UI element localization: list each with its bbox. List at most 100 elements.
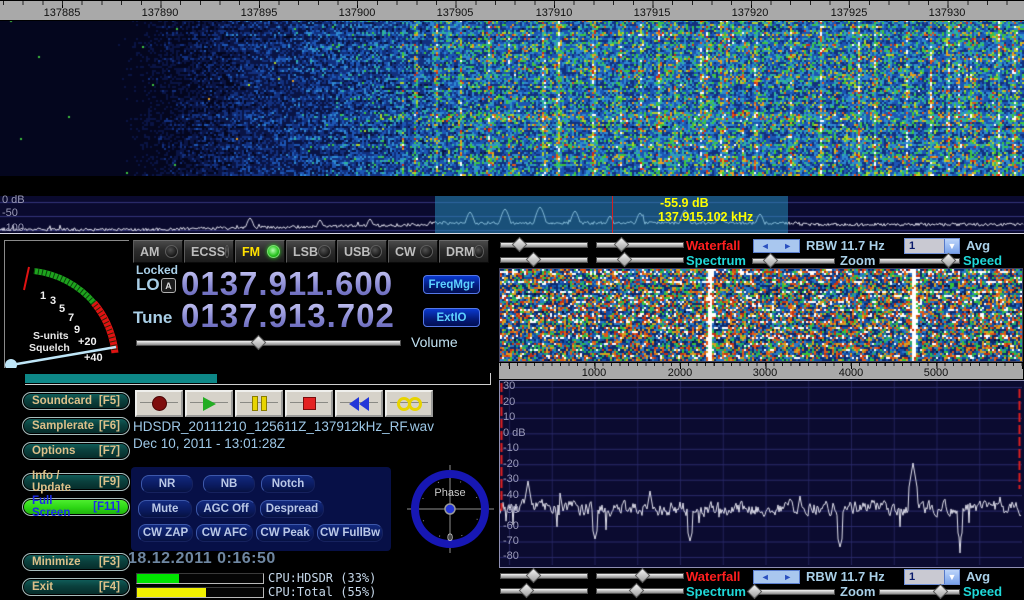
tune-frequency-display[interactable]: 0137.913.702 [181,299,395,332]
ruler-label: 5000 [924,367,948,379]
band-shift-control-2[interactable]: ◄► [753,570,800,584]
db-scale-label: -50 [2,207,18,219]
agc-off-button[interactable]: AGC Off [196,500,256,518]
speed-slider[interactable] [879,257,960,264]
despread-button[interactable]: Despread [260,500,324,518]
mode-cw-button[interactable]: CW [388,240,438,263]
mode-fm-button[interactable]: FM [235,240,285,263]
options-button[interactable]: Options[F7] [22,442,130,460]
minimize-button[interactable]: Minimize[F3] [22,553,130,571]
phase-value: 0 [447,532,453,544]
slider-thumb-icon[interactable] [251,335,267,351]
spectrum-label-2[interactable]: Spectrum [686,584,746,599]
mode-ecss-button[interactable]: ECSS [184,240,234,263]
ruler-label: 137885 [44,7,81,19]
soundcard-button[interactable]: Soundcard[F5] [22,392,130,410]
led-icon [318,245,331,258]
smeter-units-label: S-units [33,330,69,342]
rewind-button[interactable] [335,390,383,417]
led-icon [370,245,382,258]
arrow-right-icon[interactable]: ► [783,242,792,251]
db-scale-label: -30 [503,473,519,485]
lo-auto-lock-icon[interactable]: A [161,278,176,293]
notch-button[interactable]: Notch [261,475,315,493]
smeter-tick: 1 [40,290,46,302]
playback-controls [135,390,433,417]
avg-label: Avg [966,238,990,253]
stop-button[interactable] [285,390,333,417]
ruler-label: 137900 [339,7,376,19]
mode-lsb-button[interactable]: LSB [286,240,336,263]
spectrum-contrast-slider[interactable] [596,256,684,263]
ruler-label: 2000 [668,367,692,379]
info-update-button[interactable]: Info / Update[F9] [22,473,130,491]
ruler-label: 137925 [831,7,868,19]
waterfall-label-2[interactable]: Waterfall [686,569,740,584]
waterfall-contrast-slider[interactable] [596,241,684,248]
avg-select[interactable]: 1 ▼ [904,238,960,254]
loop-button[interactable] [385,390,433,417]
pause-icon [252,396,267,411]
af-frequency-ruler[interactable]: 1000 2000 3000 4000 5000 [499,362,1023,380]
spectrum-contrast-slider-2[interactable] [596,587,684,594]
smeter-squelch-label: Squelch [29,342,70,354]
zoom-slider[interactable] [752,257,835,264]
mode-drm-button[interactable]: DRM [439,240,489,263]
wav-file-name: HDSDR_20111210_125611Z_137912kHz_RF.wav [133,419,434,434]
nb-button[interactable]: NB [203,475,255,493]
nr-button[interactable]: NR [141,475,193,493]
freqmgr-button[interactable]: FreqMgr [423,275,480,294]
main-waterfall-display[interactable] [0,0,1024,176]
arrow-left-icon[interactable]: ◄ [761,242,770,251]
cw-afc-button[interactable]: CW AFC [196,524,253,542]
squelch-level-bar[interactable] [25,373,491,385]
zoom-slider-2[interactable] [752,588,835,595]
waterfall-contrast-slider-2[interactable] [596,572,684,579]
samplerate-button[interactable]: Samplerate[F6] [22,417,130,435]
main-spectrum-display[interactable]: 0 dB -50 -100 -55.9 dB 137.915.102 kHz [0,196,1024,233]
ruler-label: 137915 [634,7,671,19]
af-spectrum-display[interactable]: 30 20 10 0 dB -10 -20 -30 -40 -50 -60 -7… [499,380,1024,568]
chevron-down-icon[interactable]: ▼ [944,570,959,584]
arrow-right-icon[interactable]: ► [783,573,792,582]
waterfall-brightness-slider-2[interactable] [500,572,588,579]
squelch-fill [25,374,217,383]
arrow-left-icon[interactable]: ◄ [761,573,770,582]
cw-zap-button[interactable]: CW ZAP [138,524,193,542]
phase-dial[interactable]: Phase 0 [407,463,495,555]
extio-button[interactable]: ExtIO [423,308,480,327]
fullscreen-button[interactable]: Full Screen[F11] [22,498,130,516]
cw-peak-button[interactable]: CW Peak [256,524,314,542]
volume-slider[interactable] [136,339,401,346]
spectrum-brightness-slider-2[interactable] [500,587,588,594]
spectrum-brightness-slider[interactable] [500,256,588,263]
speed-label: Speed [963,253,1002,268]
chevron-down-icon[interactable]: ▼ [944,239,959,253]
speed-slider-2[interactable] [879,588,960,595]
main-frequency-ruler[interactable]: 137885 137890 137895 137900 137905 13791… [0,0,1024,21]
waterfall-label[interactable]: Waterfall [686,238,740,253]
mode-usb-button[interactable]: USB [337,240,387,263]
record-button[interactable] [135,390,183,417]
lo-frequency-display[interactable]: 0137.911.600 [181,267,393,300]
avg-select-2[interactable]: 1 ▼ [904,569,960,585]
pause-button[interactable] [235,390,283,417]
mute-button[interactable]: Mute [138,500,192,518]
db-scale-label: -60 [503,520,519,532]
waterfall-brightness-slider[interactable] [500,241,588,248]
ruler-label: 1000 [582,367,606,379]
rewind-icon [349,397,369,411]
rbw-label: RBW 11.7 Hz [806,238,885,253]
exit-button[interactable]: Exit[F4] [22,578,130,596]
af-waterfall-display[interactable] [499,268,1023,362]
wav-file-date: Dec 10, 2011 - 13:01:28Z [133,436,285,451]
band-shift-control[interactable]: ◄► [753,239,800,253]
db-scale-label: -10 [503,442,519,454]
mode-am-button[interactable]: AM [133,240,183,263]
cw-fullbw-button[interactable]: CW FullBw [317,524,383,542]
spectrum-label[interactable]: Spectrum [686,253,746,268]
led-icon [474,245,484,258]
tune-cursor-line[interactable] [612,196,613,233]
db-scale-label: -20 [503,458,519,470]
play-button[interactable] [185,390,233,417]
